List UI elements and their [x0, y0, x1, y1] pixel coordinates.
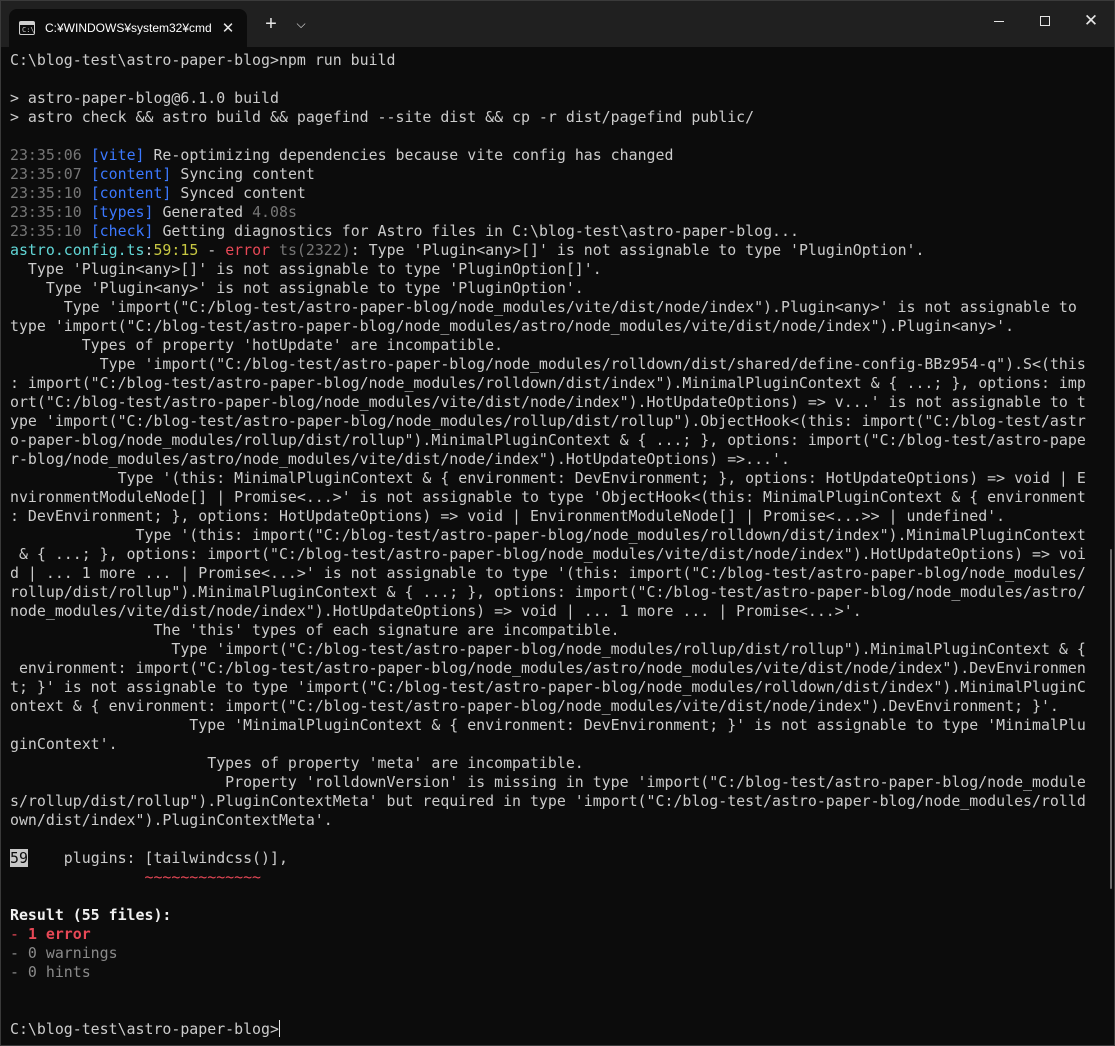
result-warnings: - 0 warnings — [10, 944, 118, 962]
text-cursor — [278, 1020, 280, 1037]
maximize-button[interactable] — [1022, 1, 1068, 41]
error-detail-line: own/dist/index").PluginContextMeta'. — [10, 811, 333, 829]
log-message: Generated — [162, 203, 244, 221]
title-bar: C:\ C:¥WINDOWS¥system32¥cmd ✕ + ⌵ ✕ — [1, 1, 1114, 47]
error-detail-line: Type 'Plugin<any>' is not assignable to … — [10, 279, 584, 297]
final-prompt-line[interactable]: C:\blog-test\astro-paper-blog> — [10, 1020, 1114, 1039]
error-detail-line: ype 'import("C:/blog-test/astro-paper-bl… — [10, 412, 1086, 430]
error-detail-line: environment: import("C:/blog-test/astro-… — [10, 659, 1086, 677]
log-time: 23:35:10 — [10, 203, 82, 221]
log-line: 23:35:10 [content] Synced content — [10, 184, 1114, 203]
prompt: C:\blog-test\astro-paper-blog> — [10, 51, 279, 69]
log-time: 23:35:10 — [10, 222, 82, 240]
scrollbar[interactable] — [1110, 549, 1112, 889]
error-detail-line: type 'import("C:/blog-test/astro-paper-b… — [10, 317, 1015, 335]
error-label: error — [225, 241, 271, 259]
result-errors: - 1 error — [10, 925, 91, 943]
error-detail-line: Type '(this: MinimalPluginContext & { en… — [10, 469, 1086, 487]
error-detail-line: Type '(this: import("C:/blog-test/astro-… — [10, 526, 1086, 544]
error-file: astro.config.ts — [10, 241, 145, 259]
error-detail-line: Type 'import("C:/blog-test/astro-paper-b… — [10, 298, 1077, 316]
log-tag: [content] — [90, 184, 172, 202]
script-line: > astro-paper-blog@6.1.0 build — [10, 89, 279, 107]
result-hints: - 0 hints — [10, 963, 91, 981]
close-tab-icon[interactable]: ✕ — [215, 19, 241, 37]
tab-cmd[interactable]: C:\ C:¥WINDOWS¥system32¥cmd ✕ — [9, 9, 247, 47]
error-detail-line: s/rollup/dist/rollup").PluginContextMeta… — [10, 792, 1086, 810]
terminal-window: C:\ C:¥WINDOWS¥system32¥cmd ✕ + ⌵ ✕ C:\b… — [0, 0, 1115, 1046]
terminal-output[interactable]: C:\blog-test\astro-paper-blog>npm run bu… — [1, 47, 1114, 1045]
line-number: 59 — [10, 849, 28, 867]
error-detail-line: t; }' is not assignable to type 'import(… — [10, 678, 1086, 696]
cmd-icon-text: C:\ — [22, 26, 35, 34]
command-line: C:\blog-test\astro-paper-blog>npm run bu… — [10, 51, 1114, 70]
log-tag: [check] — [90, 222, 154, 240]
error-detail-line: nvironmentModuleNode[] | Promise<...>' i… — [10, 488, 1086, 506]
error-detail-line: : import("C:/blog-test/astro-paper-blog/… — [10, 374, 1086, 392]
log-tag: [content] — [90, 165, 172, 183]
error-squiggle: ~~~~~~~~~~~~~ — [27, 868, 262, 886]
log-tag: [vite] — [90, 146, 145, 164]
error-detail-line: & { ...; }, options: import("C:/blog-tes… — [10, 545, 1086, 563]
error-detail-line: ontext & { environment: import("C:/blog-… — [10, 697, 1059, 715]
log-tag: [types] — [90, 203, 154, 221]
error-detail-line: Type 'Plugin<any>[]' is not assignable t… — [10, 260, 602, 278]
new-tab-button[interactable]: + — [257, 9, 285, 39]
minimize-button[interactable] — [976, 1, 1022, 41]
minimize-icon — [994, 20, 1004, 22]
error-detail-line: rollup/dist/rollup").MinimalPluginContex… — [10, 583, 1086, 601]
code-text: plugins: [tailwindcss()], — [27, 849, 288, 867]
log-message: Synced content — [180, 184, 306, 202]
error-detail-line: Types of property 'meta' are incompatibl… — [10, 754, 584, 772]
log-message: Syncing content — [180, 165, 315, 183]
error-detail-line: ginContext'. — [10, 735, 118, 753]
log-time: 23:35:06 — [10, 146, 82, 164]
script-line: > astro check && astro build && pagefind… — [10, 108, 755, 126]
log-time: 23:35:10 — [10, 184, 82, 202]
chevron-down-icon[interactable]: ⌵ — [289, 9, 313, 39]
result-header: Result (55 files): — [10, 906, 172, 924]
log-time: 23:35:07 — [10, 165, 82, 183]
maximize-icon — [1040, 16, 1050, 26]
log-message: Getting diagnostics for Astro files in C… — [162, 222, 799, 240]
log-line: 23:35:10 [types] Generated 4.08s — [10, 203, 1114, 222]
error-detail-line: node_modules/vite/dist/node/index").HotU… — [10, 602, 862, 620]
command-text: npm run build — [278, 51, 396, 69]
error-details: Type 'Plugin<any>[]' is not assignable t… — [10, 260, 1114, 830]
error-detail-line: The 'this' types of each signature are i… — [10, 621, 620, 639]
tab-title: C:¥WINDOWS¥system32¥cmd — [45, 21, 212, 35]
error-detail-line: Property 'rolldownVersion' is missing in… — [10, 773, 1086, 791]
error-message: : Type 'Plugin<any>[]' is not assignable… — [350, 241, 925, 259]
log-duration: 4.08s — [252, 203, 297, 221]
error-code: ts(2322) — [278, 241, 351, 259]
error-detail-line: Type 'MinimalPluginContext & { environme… — [10, 716, 1086, 734]
prompt: C:\blog-test\astro-paper-blog> — [10, 1020, 279, 1038]
log-line: 23:35:06 [vite] Re-optimizing dependenci… — [10, 146, 1114, 165]
code-snippet-line: 59 plugins: [tailwindcss()], — [10, 849, 1114, 868]
close-window-button[interactable]: ✕ — [1068, 1, 1114, 41]
error-detail-line: ort("C:/blog-test/astro-paper-blog/node_… — [10, 393, 1086, 411]
cmd-icon: C:\ — [19, 21, 35, 35]
error-detail-line: o-paper-blog/node_modules/rollup/dist/ro… — [10, 431, 1086, 449]
error-detail-line: d | ... 1 more ... | Promise<...>' is no… — [10, 564, 1086, 582]
error-detail-line: Type 'import("C:/blog-test/astro-paper-b… — [10, 640, 1086, 658]
error-detail-line: Type 'import("C:/blog-test/astro-paper-b… — [10, 355, 1086, 373]
error-detail-line: r-blog/node_modules/astro/node_modules/v… — [10, 450, 790, 468]
log-line: 23:35:10 [check] Getting diagnostics for… — [10, 222, 1114, 241]
error-position: 59:15 — [153, 241, 199, 259]
error-detail-line: Types of property 'hotUpdate' are incomp… — [10, 336, 504, 354]
log-line: 23:35:07 [content] Syncing content — [10, 165, 1114, 184]
error-dash: - — [198, 241, 226, 259]
error-detail-line: : DevEnvironment; }, options: HotUpdateO… — [10, 507, 1006, 525]
log-message: Re-optimizing dependencies because vite … — [153, 146, 674, 164]
error-header: astro.config.ts:59:15 - error ts(2322): … — [10, 241, 925, 259]
